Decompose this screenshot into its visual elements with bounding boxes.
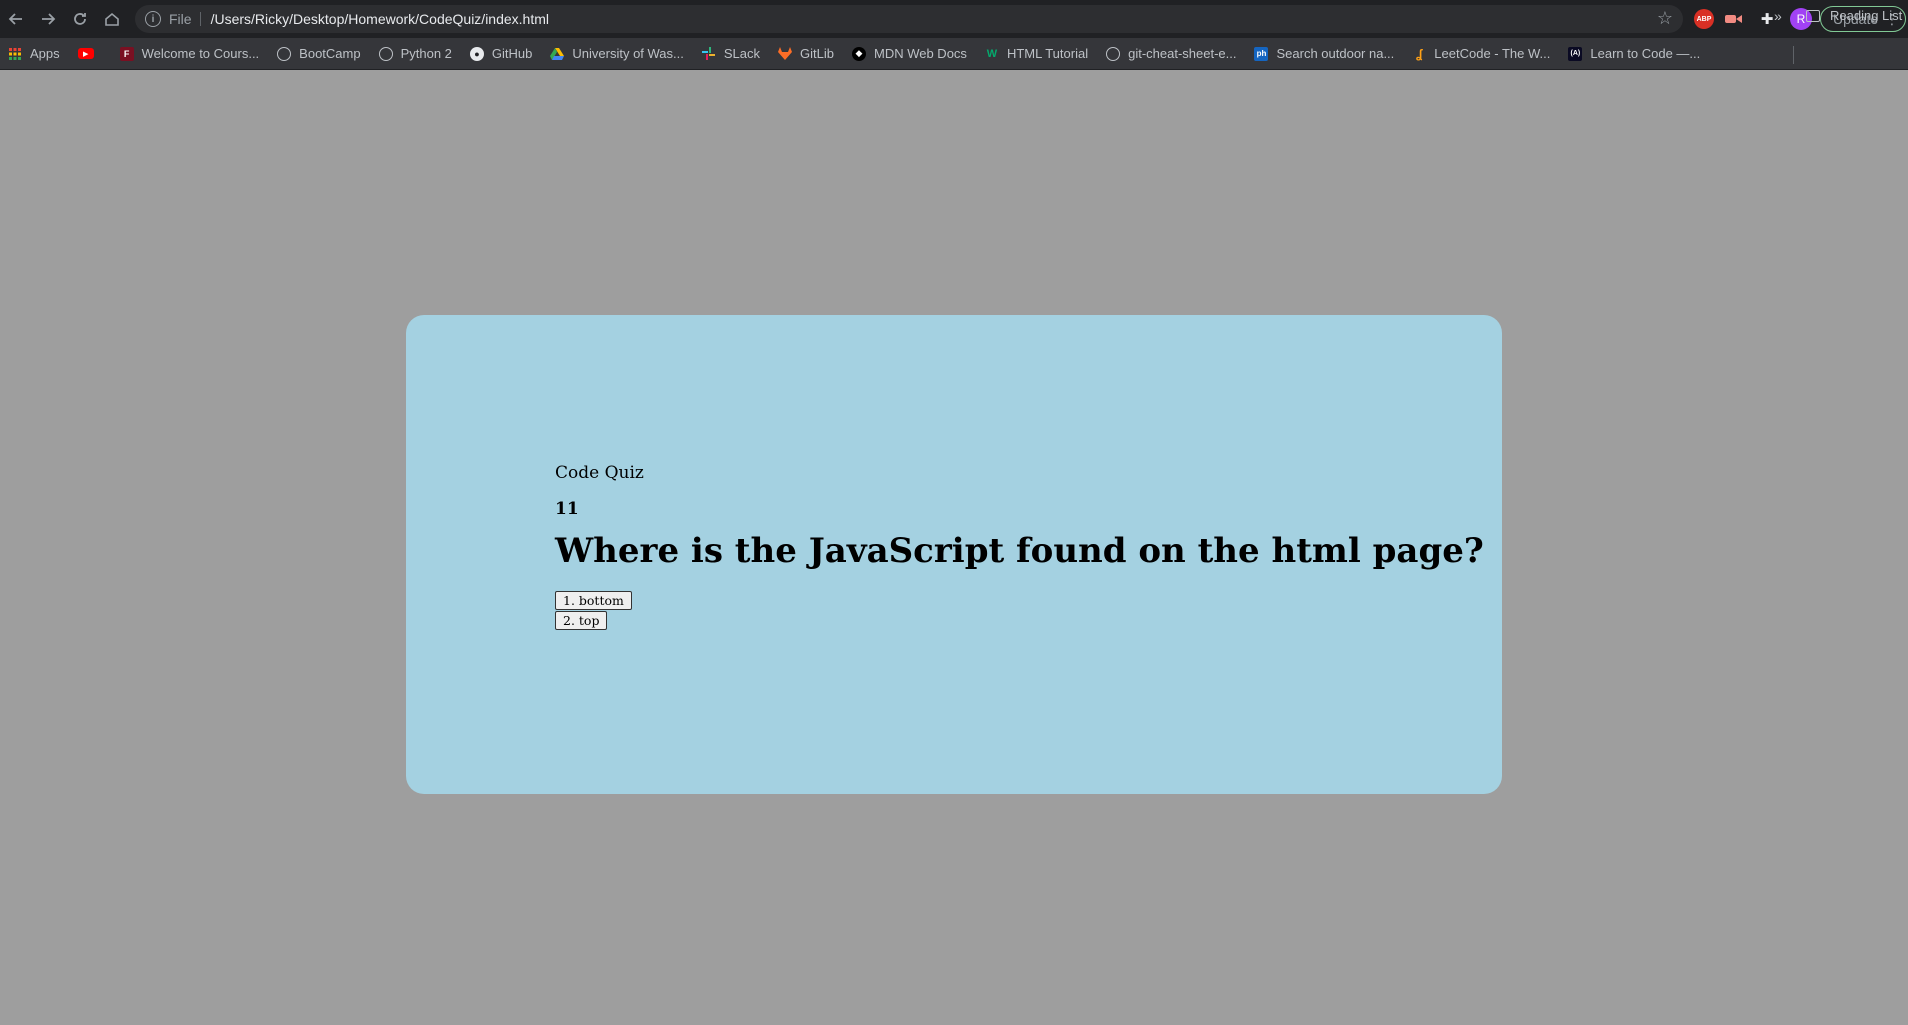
bookmark-label: SLack xyxy=(723,46,761,61)
gitlab-icon xyxy=(778,47,793,61)
apps-grid-icon xyxy=(8,47,22,61)
bookmark-star-icon[interactable]: ☆ xyxy=(1657,9,1673,27)
bookmark-outdoor[interactable]: ph Search outdoor na... xyxy=(1254,46,1394,61)
home-button[interactable] xyxy=(96,0,128,38)
bookmark-freecodecamp[interactable]: (A) Learn to Code —... xyxy=(1568,46,1700,61)
video-extension-icon[interactable] xyxy=(1724,9,1744,29)
arrow-left-icon xyxy=(8,13,22,25)
home-icon xyxy=(105,12,119,26)
adblock-extension-icon[interactable]: ABP xyxy=(1694,9,1714,29)
bookmarks-bar: Apps ▶ F Welcome to Cours... BootCamp Py… xyxy=(0,38,1908,70)
globe-icon xyxy=(277,46,292,61)
bookmarks-divider xyxy=(1793,46,1794,64)
freecodecamp-icon: (A) xyxy=(1568,46,1583,61)
bookmark-label: University of Was... xyxy=(572,46,684,61)
bookmark-label: Apps xyxy=(30,46,60,61)
globe-icon xyxy=(1106,46,1121,61)
f-logo-icon: F xyxy=(119,46,134,61)
bookmark-label: MDN Web Docs xyxy=(873,46,967,61)
bookmark-git-cheat-sheet[interactable]: git-cheat-sheet-e... xyxy=(1106,46,1236,61)
quiz-card: Code Quiz 11 Where is the JavaScript fou… xyxy=(406,315,1502,794)
bookmark-label: BootCamp xyxy=(299,46,361,61)
timer-display: 11 xyxy=(555,499,579,519)
bookmark-university[interactable]: University of Was... xyxy=(550,46,684,61)
slack-icon xyxy=(702,47,716,61)
bookmark-python[interactable]: Python 2 xyxy=(378,46,452,61)
bookmark-gitlab[interactable]: GitLib xyxy=(778,46,834,61)
bookmark-label: Search outdoor na... xyxy=(1276,46,1395,61)
bookmark-label: Python 2 xyxy=(400,46,452,61)
reload-icon xyxy=(74,13,86,25)
bookmark-slack[interactable]: SLack xyxy=(702,46,760,61)
more-bookmarks-button[interactable]: » xyxy=(1774,8,1782,24)
reading-list-button[interactable]: Reading List xyxy=(1806,8,1902,23)
bookmark-label: git-cheat-sheet-e... xyxy=(1128,46,1237,61)
bookmark-bootcamp[interactable]: BootCamp xyxy=(277,46,361,61)
bookmark-label: Learn to Code —... xyxy=(1590,46,1701,61)
drive-icon xyxy=(550,47,565,61)
browser-toolbar: i File /Users/Ricky/Desktop/Homework/Cod… xyxy=(0,0,1908,38)
bookmark-label: GitHub xyxy=(491,46,533,61)
question-heading: Where is the JavaScript found on the htm… xyxy=(555,531,1484,571)
reload-button[interactable] xyxy=(64,0,96,38)
bookmark-label: GitLib xyxy=(800,46,834,61)
bookmark-html-tutorial[interactable]: W HTML Tutorial xyxy=(985,46,1088,61)
bookmark-mdn[interactable]: ◆ MDN Web Docs xyxy=(851,46,967,61)
bookmark-courses[interactable]: F Welcome to Cours... xyxy=(119,46,260,61)
bookmark-github[interactable]: ● GitHub xyxy=(469,46,533,61)
forward-button[interactable] xyxy=(32,0,64,38)
back-button[interactable] xyxy=(0,0,32,38)
address-bar[interactable]: i File /Users/Ricky/Desktop/Homework/Cod… xyxy=(135,5,1683,33)
github-icon: ● xyxy=(469,46,484,61)
reading-list-icon xyxy=(1806,9,1820,22)
bookmark-youtube[interactable]: ▶ xyxy=(77,48,102,59)
bookmark-label: Welcome to Cours... xyxy=(141,46,260,61)
bookmark-leetcode[interactable]: ʆ LeetCode - The W... xyxy=(1412,46,1550,61)
address-url[interactable]: /Users/Ricky/Desktop/Homework/CodeQuiz/i… xyxy=(211,11,549,27)
youtube-icon: ▶ xyxy=(77,48,94,59)
ph-icon: ph xyxy=(1254,46,1269,61)
bookmark-label: LeetCode - The W... xyxy=(1434,46,1551,61)
info-icon[interactable]: i xyxy=(145,11,161,27)
leetcode-icon: ʆ xyxy=(1416,46,1423,61)
choice-button-bottom[interactable]: 1. bottom xyxy=(555,591,632,610)
mdn-icon: ◆ xyxy=(851,46,866,61)
bookmark-label: HTML Tutorial xyxy=(1006,46,1089,61)
bookmark-apps[interactable]: Apps xyxy=(8,46,60,61)
reading-list-label: Reading List xyxy=(1830,8,1903,23)
quiz-content: Code Quiz 11 Where is the JavaScript fou… xyxy=(555,463,1484,631)
choice-button-top[interactable]: 2. top xyxy=(555,611,608,630)
globe-icon xyxy=(378,46,393,61)
quiz-title: Code Quiz xyxy=(555,463,644,483)
w3-icon: W xyxy=(986,47,998,60)
address-scheme: File xyxy=(169,12,201,26)
arrow-right-icon xyxy=(42,13,56,25)
